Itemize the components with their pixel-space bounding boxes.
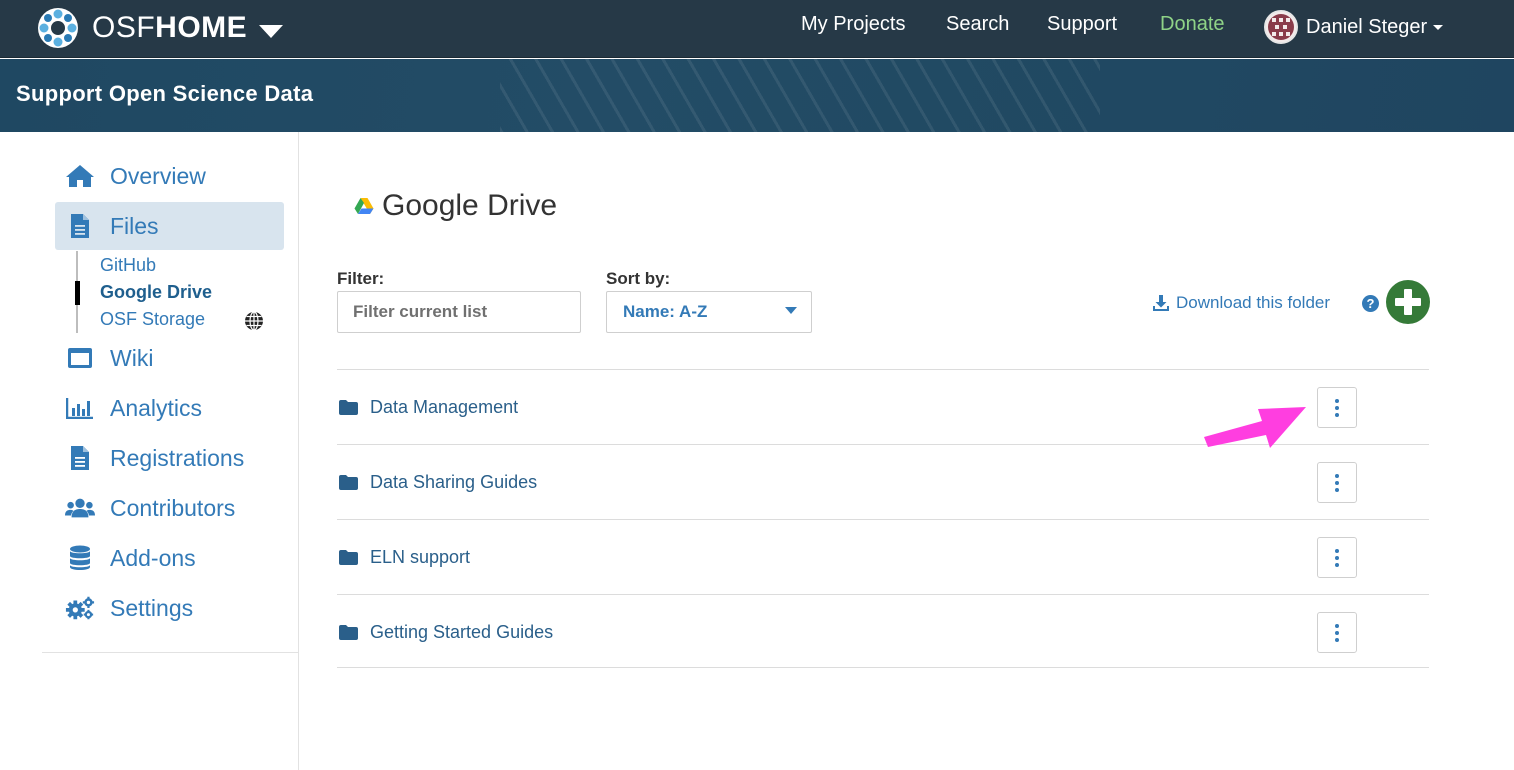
storage-osf-storage[interactable]: OSF Storage [100,309,205,330]
caret-down-icon [785,307,797,314]
kebab-dot [1335,413,1339,417]
download-icon [1153,295,1169,311]
nav-search[interactable]: Search [946,13,1009,36]
annotation-arrow-icon [1204,407,1306,448]
more-options-button[interactable] [1317,387,1357,428]
user-name: Daniel Steger [1306,15,1428,38]
folder-name[interactable]: Data Management [370,397,518,418]
storage-google-drive[interactable]: Google Drive [100,282,212,303]
sidebar-item-contributors[interactable]: Contributors [55,484,284,532]
kebab-dot [1335,474,1339,478]
folder-name[interactable]: Getting Started Guides [370,622,553,643]
users-icon [65,497,95,519]
sidebar-item-overview[interactable]: Overview [55,152,284,200]
avatar [1264,10,1298,44]
user-menu[interactable]: Daniel Steger [1264,9,1444,45]
sidebar-item-label: Settings [110,594,194,621]
bar-chart-icon [65,397,95,419]
kebab-dot [1335,399,1339,403]
download-folder-link[interactable]: Download this folder [1152,291,1330,315]
nav-donate[interactable]: Donate [1160,13,1225,36]
folder-icon [339,625,358,640]
top-navbar: OSFHOME My Projects Search Support Donat… [0,0,1514,58]
sidebar-item-label: Wiki [110,344,154,371]
kebab-dot [1335,563,1339,567]
filter-label: Filter: [337,269,385,288]
kebab-dot [1335,556,1339,560]
kebab-dot [1335,481,1339,485]
project-banner: Support Open Science Data [0,59,1514,132]
gears-icon [65,595,95,621]
help-icon[interactable]: ? [1362,295,1379,312]
nav-my-projects[interactable]: My Projects [801,13,905,36]
kebab-dot [1335,406,1339,410]
project-sidebar: Overview Files GitHub Google Drive OSF S… [0,132,299,770]
sidebar-item-label: Add-ons [110,544,196,571]
osf-logo-icon [38,8,78,48]
list-item[interactable]: Getting Started Guides [337,594,1429,668]
more-options-button[interactable] [1317,612,1357,653]
filter-input[interactable] [337,291,581,333]
download-label: Download this folder [1176,293,1331,312]
sort-value: Name: A-Z [623,302,708,321]
avatar-pattern-icon [1266,12,1296,42]
file-icon [65,445,95,471]
sort-select[interactable]: Name: A-Z [606,291,812,333]
nav-support[interactable]: Support [1047,13,1117,36]
kebab-dot [1335,624,1339,628]
more-options-button[interactable] [1317,537,1357,578]
sort-label: Sort by: [606,269,671,288]
sidebar-item-label: Files [110,212,159,239]
page-title: Google Drive [382,189,558,222]
list-item[interactable]: ELN support [337,519,1429,594]
folder-icon [339,400,358,415]
sidebar-item-files[interactable]: Files [55,202,284,250]
file-icon [65,213,95,239]
database-icon [65,545,95,571]
kebab-dot [1335,631,1339,635]
sidebar-item-analytics[interactable]: Analytics [55,384,284,432]
sidebar-item-registrations[interactable]: Registrations [55,434,284,482]
sidebar-item-add-ons[interactable]: Add-ons [55,534,284,582]
folder-name[interactable]: ELN support [370,547,470,568]
osf-home-brand[interactable]: OSFHOME [36,6,284,50]
folder-icon [339,550,358,565]
folder-icon [339,475,358,490]
storage-provider-list: GitHub Google Drive OSF Storage [75,251,276,336]
active-marker [75,281,80,305]
sidebar-item-label: Analytics [110,394,203,421]
brand-home: HOME [155,11,248,44]
globe-icon [244,311,264,336]
wiki-icon [65,347,95,369]
list-item[interactable]: Data Sharing Guides [337,444,1429,519]
sidebar-item-settings[interactable]: Settings [55,584,284,632]
add-button[interactable] [1386,280,1430,324]
caret-down-icon [1433,24,1444,30]
brand-osf: OSF [92,11,156,44]
project-title[interactable]: Support Open Science Data [16,81,313,107]
chevron-down-icon [259,24,284,38]
kebab-dot [1335,549,1339,553]
folder-name[interactable]: Data Sharing Guides [370,472,537,493]
kebab-dot [1335,638,1339,642]
more-options-button[interactable] [1317,462,1357,503]
storage-heading: Google Drive [354,186,557,226]
brand-text: OSFHOME [92,11,247,45]
sidebar-item-wiki[interactable]: Wiki [55,334,284,382]
sidebar-divider [42,652,298,653]
google-drive-icon [354,198,374,214]
home-icon [65,163,95,189]
kebab-dot [1335,488,1339,492]
sidebar-item-label: Registrations [110,444,245,471]
banner-pattern [500,59,1100,132]
storage-github[interactable]: GitHub [100,255,156,276]
sidebar-item-label: Overview [110,162,206,189]
sidebar-item-label: Contributors [110,494,236,521]
